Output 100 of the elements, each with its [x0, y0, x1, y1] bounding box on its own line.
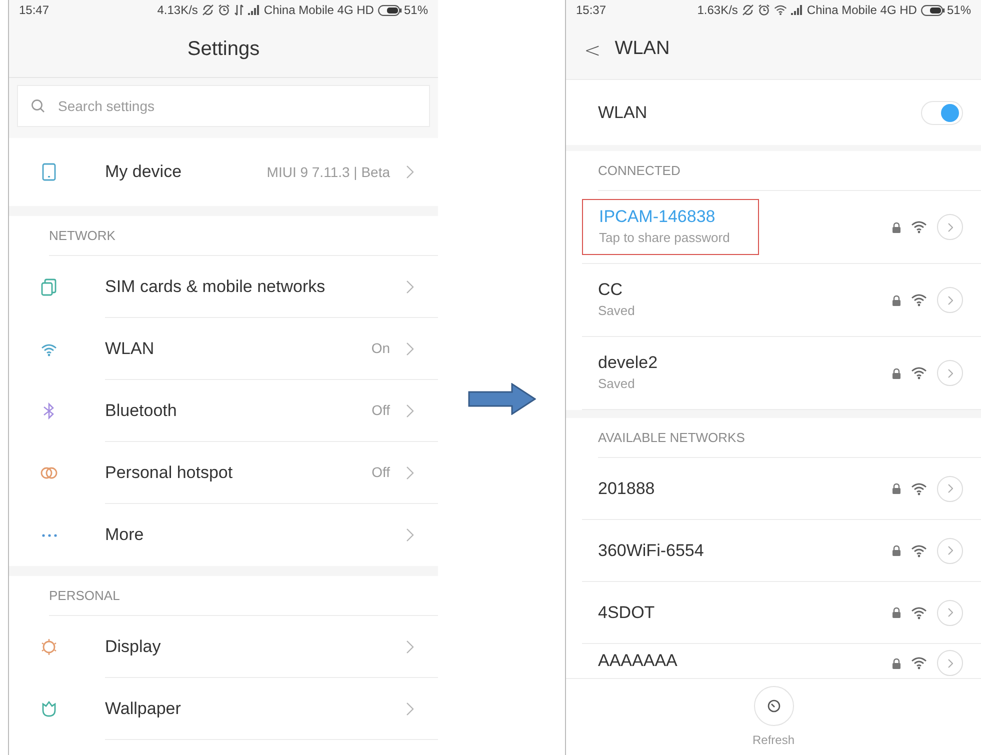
carrier-name: China Mobile 4G HD	[264, 2, 374, 19]
signal-bars-icon	[790, 5, 803, 15]
lock-icon	[892, 607, 901, 618]
details-button[interactable]	[937, 476, 963, 502]
row-value: Off	[372, 463, 390, 482]
network-name: CC	[598, 279, 624, 302]
lock-icon	[892, 658, 901, 668]
network-name: devele2	[598, 352, 658, 374]
row-value: Off	[372, 401, 390, 420]
toggle-label: WLAN	[598, 102, 648, 124]
row-label: WLAN	[105, 338, 154, 360]
network-name: IPCAM-146838	[599, 206, 716, 228]
screen-title: WLAN	[614, 37, 670, 62]
search-icon	[31, 99, 45, 113]
chevron-right-icon	[948, 546, 952, 555]
wifi-icon	[911, 366, 927, 380]
chevron-right-icon	[948, 484, 952, 493]
no-sync-icon	[202, 4, 214, 16]
network-row[interactable]: AAAAAAA	[582, 644, 981, 678]
chevron-right-icon	[406, 528, 414, 542]
wifi-icon	[911, 220, 927, 234]
row-label: Personal hotspot	[105, 462, 233, 484]
network-status: Tap to share password	[599, 229, 730, 248]
row-label: Display	[105, 636, 161, 658]
toggle-switch[interactable]	[921, 100, 963, 124]
lock-icon	[892, 294, 901, 306]
chevron-right-icon	[406, 404, 414, 418]
network-status: Saved	[598, 375, 636, 394]
section-header: NETWORK	[49, 226, 116, 245]
details-button[interactable]	[937, 287, 963, 313]
section-header: PERSONAL	[49, 586, 120, 605]
chevron-right-icon	[406, 165, 414, 179]
details-button[interactable]	[937, 538, 963, 564]
network-row[interactable]: 201888	[582, 458, 981, 520]
network-name: AAAAAAA	[598, 650, 678, 672]
settings-row[interactable]: WLAN On	[9, 318, 438, 380]
network-row[interactable]: CC Saved	[582, 264, 981, 337]
chevron-right-icon	[406, 280, 414, 294]
lock-icon	[892, 483, 901, 494]
chevron-right-icon	[948, 658, 952, 668]
battery-icon	[378, 4, 402, 16]
clock-time: 15:47	[19, 2, 50, 19]
section-header: AVAILABLE NETWORKS	[598, 428, 745, 447]
sun-icon	[40, 638, 58, 656]
chevron-right-icon	[948, 608, 952, 617]
chevron-right-icon	[406, 342, 414, 356]
row-label: SIM cards & mobile networks	[105, 276, 326, 298]
more-dots-icon	[42, 534, 56, 536]
chevron-right-icon	[406, 640, 414, 654]
settings-row[interactable]: Display	[9, 616, 438, 678]
lock-icon	[892, 368, 901, 378]
wifi-icon	[911, 482, 927, 496]
sim-cards-icon	[40, 278, 58, 296]
search-field[interactable]: Search settings	[17, 85, 430, 127]
chevron-right-icon	[948, 222, 952, 232]
clock-time: 15:37	[576, 2, 606, 19]
no-sync-icon	[742, 4, 754, 16]
row-label: My device	[105, 161, 182, 184]
wifi-icon	[774, 4, 787, 16]
screen-title: Settings	[187, 36, 260, 62]
row-value: MIUI 9 7.11.3 | Beta	[266, 162, 390, 182]
network-speed: 1.63K/s	[697, 2, 738, 19]
signal-bars-icon	[248, 5, 260, 15]
right-arrow-icon	[468, 382, 536, 414]
wifi-icon	[911, 656, 927, 670]
settings-row[interactable]: My device MIUI 9 7.11.3 | Beta	[9, 138, 438, 206]
details-button[interactable]	[937, 650, 963, 676]
carrier-name: China Mobile 4G HD	[806, 2, 917, 19]
back-button[interactable]: <	[584, 34, 601, 64]
settings-row[interactable]: More	[9, 504, 438, 566]
settings-row[interactable]: Bluetooth Off	[9, 380, 438, 442]
section-header: CONNECTED	[598, 162, 680, 180]
chevron-right-icon	[406, 702, 414, 716]
phone-icon	[40, 163, 58, 181]
battery-percent: 51%	[946, 2, 971, 19]
settings-row[interactable]: Wallpaper	[9, 678, 438, 740]
alarm-clock-icon	[218, 4, 230, 16]
settings-row[interactable]: SIM cards & mobile networks	[9, 256, 438, 318]
details-button[interactable]	[937, 214, 963, 240]
tulip-icon	[40, 700, 58, 718]
network-name: 360WiFi-6554	[598, 540, 704, 562]
data-arrows-icon	[234, 4, 244, 16]
wifi-icon	[911, 606, 927, 620]
network-name: 4SDOT	[598, 602, 655, 624]
row-label: More	[105, 524, 144, 546]
network-status: Saved	[598, 302, 635, 320]
lock-icon	[892, 222, 901, 232]
network-row[interactable]: 360WiFi-6554	[582, 520, 981, 582]
network-row[interactable]: 4SDOT	[582, 582, 981, 644]
row-value: On	[371, 339, 390, 358]
battery-icon	[920, 4, 945, 16]
chevron-right-icon	[406, 466, 414, 480]
battery-percent: 51%	[404, 2, 428, 19]
settings-row[interactable]: Personal hotspot Off	[9, 442, 438, 504]
wifi-icon	[911, 293, 927, 307]
details-button[interactable]	[937, 600, 963, 626]
chevron-right-icon	[948, 296, 952, 304]
wifi-icon	[911, 544, 927, 558]
chevron-right-icon	[948, 368, 952, 378]
details-button[interactable]	[937, 360, 963, 386]
